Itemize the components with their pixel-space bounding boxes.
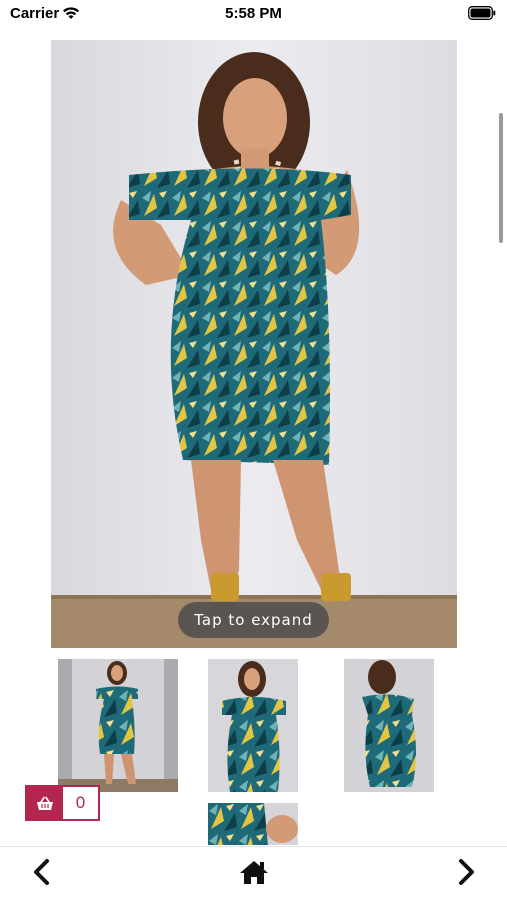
thumbnail-4[interactable] [208,803,298,845]
status-time: 5:58 PM [225,5,282,22]
main-product-photo[interactable] [51,40,457,648]
scroll-indicator[interactable] [499,113,503,243]
back-button[interactable] [24,857,58,891]
cart-badge[interactable]: 0 [25,785,100,821]
home-icon [238,859,270,890]
home-button[interactable] [237,857,271,891]
thumbnail-1[interactable] [58,659,178,792]
chevron-right-icon [457,858,477,891]
cart-count: 0 [75,793,86,812]
bottom-nav-bar [0,846,507,900]
battery-icon [468,6,496,25]
chevron-left-icon [31,858,51,891]
tap-to-expand-hint[interactable]: Tap to expand [178,602,329,638]
thumbnail-3[interactable] [344,659,434,792]
status-bar: Carrier 5:58 PM [0,0,507,28]
thumbnail-2[interactable] [208,659,298,792]
forward-button[interactable] [450,857,484,891]
basket-icon [27,787,63,819]
